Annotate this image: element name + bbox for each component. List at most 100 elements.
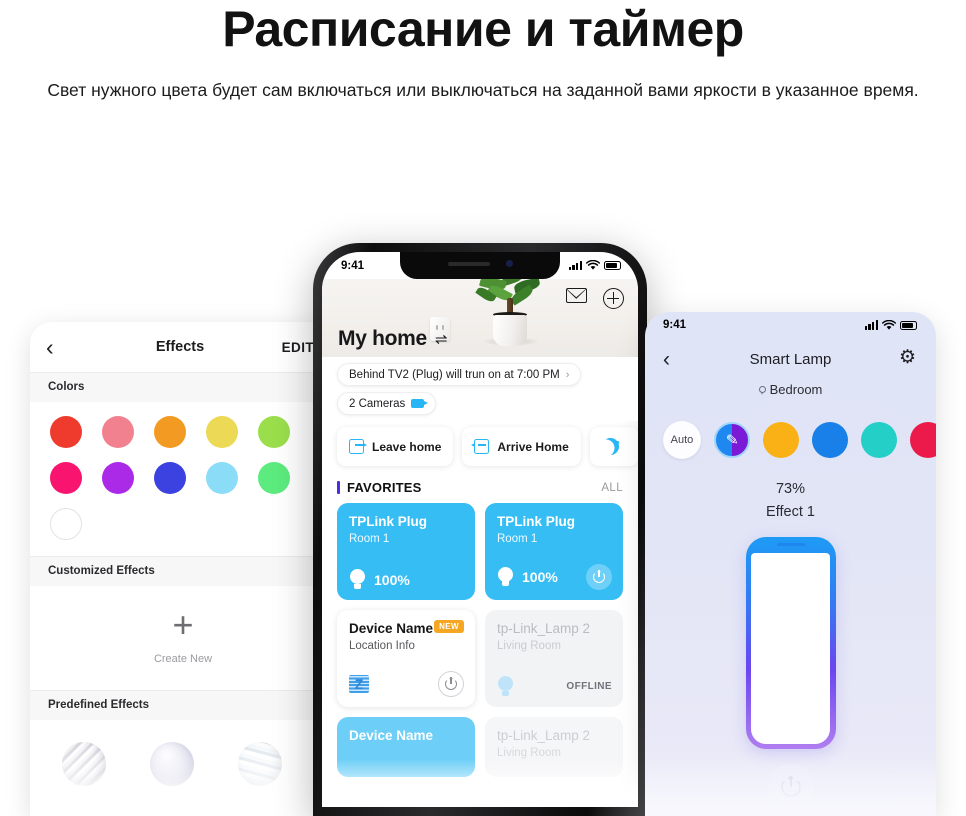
section-accent-bar <box>337 481 340 494</box>
device-card[interactable]: TPLink Plug Room 1 100% <box>337 503 475 600</box>
device-room: Location Info <box>349 639 415 652</box>
color-swatch[interactable] <box>258 462 290 494</box>
predefined-effects-row <box>30 720 330 786</box>
page-subtitle: Свет нужного цвета будет сам включаться … <box>47 80 919 100</box>
device-title: TPLink Plug <box>349 514 428 529</box>
new-badge: NEW <box>434 620 464 633</box>
create-new-effect-button[interactable]: + Create New <box>30 586 330 690</box>
device-title: TPLink Plug <box>497 514 576 529</box>
predefined-effect-orb[interactable] <box>150 742 194 786</box>
power-icon <box>593 570 605 583</box>
brightness-slider-fill <box>751 543 830 744</box>
device-title: Device Name <box>349 728 434 743</box>
moon-icon <box>602 438 619 455</box>
scene-label: Arrive Home <box>497 439 569 454</box>
power-toggle-button[interactable] <box>438 671 464 697</box>
device-card[interactable]: TPLink Plug Room 1 100% <box>485 503 623 600</box>
color-swatch[interactable] <box>812 422 848 458</box>
customized-effects-header: Customized Effects <box>30 556 330 586</box>
left-phone-screenshot: ‹ Effects EDIT Colors Customized Effects… <box>30 322 330 816</box>
power-toggle-button[interactable] <box>767 764 814 810</box>
auto-mode-button[interactable]: Auto <box>663 421 701 459</box>
favorites-header: FAVORITES ALL <box>322 478 638 503</box>
color-swatch[interactable] <box>258 416 290 448</box>
center-phone-device: 9:41 My home ⇌ Behind TV2 (Plug) will tr… <box>313 243 647 816</box>
color-row <box>40 416 320 448</box>
status-time: 9:41 <box>341 259 365 272</box>
scene-leave-home[interactable]: Leave home <box>337 427 454 466</box>
color-swatch[interactable] <box>102 462 134 494</box>
color-swatch[interactable] <box>50 462 82 494</box>
cameras-pill[interactable]: 2 Cameras <box>337 392 437 415</box>
gear-icon[interactable] <box>899 348 918 368</box>
scene-buttons-row: Leave home Arrive Home <box>322 421 638 478</box>
mail-icon[interactable] <box>566 288 587 303</box>
notification-pills: Behind TV2 (Plug) will trun on at 7:00 P… <box>322 357 638 421</box>
wifi-icon <box>586 260 600 270</box>
signal-bars-icon <box>568 260 582 270</box>
current-effect-label: Effect 1 <box>766 504 815 520</box>
color-swatch[interactable] <box>910 422 936 458</box>
color-picker-row: Auto ✎ <box>645 397 936 459</box>
hero-header: Расписание и таймер Свет нужного цвета б… <box>0 0 966 104</box>
brightness-percent: 73% <box>775 481 806 497</box>
home-hero-photo: My home ⇌ <box>322 279 638 363</box>
lamp-navbar: ‹ Smart Lamp <box>645 338 936 380</box>
center-phone-screen: 9:41 My home ⇌ Behind TV2 (Plug) will tr… <box>322 252 638 807</box>
device-card[interactable]: Device Name <box>337 717 475 777</box>
brightness-slider[interactable] <box>745 537 836 749</box>
lamp-room-label-row: Bedroom <box>645 382 936 397</box>
arrive-home-icon <box>471 439 490 454</box>
favorites-label: FAVORITES <box>347 480 422 495</box>
signal-bars-icon <box>864 320 878 330</box>
camera-icon <box>411 399 429 408</box>
predefined-effect-orb[interactable] <box>62 742 106 786</box>
page-title: Расписание и таймер <box>222 1 744 57</box>
plus-circle-icon[interactable] <box>603 288 624 309</box>
color-swatch[interactable] <box>206 462 238 494</box>
power-icon <box>781 776 801 797</box>
bulb-icon <box>497 676 514 697</box>
device-card[interactable]: tp-Link_Lamp 2 Living Room OFFLINE <box>485 610 623 707</box>
cameras-label: 2 Cameras <box>349 397 406 410</box>
color-swatch[interactable] <box>763 422 799 458</box>
lamp-room-label: Bedroom <box>769 382 823 397</box>
color-swatch-grid <box>30 402 330 556</box>
schedule-notification-pill[interactable]: Behind TV2 (Plug) will trun on at 7:00 P… <box>337 363 582 386</box>
power-toggle-button[interactable] <box>586 564 612 590</box>
plus-icon: + <box>172 604 194 646</box>
favorites-all-link[interactable]: ALL <box>601 482 623 494</box>
edit-button[interactable]: EDIT <box>282 340 314 355</box>
custom-color-edit-button[interactable]: ✎ <box>714 422 750 458</box>
color-swatch[interactable] <box>154 462 186 494</box>
leave-home-icon <box>349 439 367 454</box>
predefined-effect-orb[interactable] <box>238 742 282 786</box>
schedule-notification-text: Behind TV2 (Plug) will trun on at 7:00 P… <box>349 368 560 381</box>
location-pin-icon <box>758 386 766 395</box>
right-phone-screenshot: 9:41 ‹ Smart Lamp Bedroom Auto <box>645 312 936 816</box>
chevron-right-icon: › <box>565 368 570 381</box>
scene-night[interactable] <box>589 427 638 466</box>
chevron-left-icon[interactable]: ‹ <box>46 335 54 359</box>
scene-arrive-home[interactable]: Arrive Home <box>462 427 581 466</box>
color-swatch[interactable] <box>206 416 238 448</box>
wifi-icon <box>882 319 896 330</box>
device-card[interactable]: NEW Device Name Location Info <box>337 610 475 707</box>
plant-photo <box>474 279 546 346</box>
home-name-row[interactable]: My home ⇌ <box>338 327 448 351</box>
device-title: tp-Link_Lamp 2 <box>497 728 591 743</box>
status-bar: 9:41 <box>322 252 638 279</box>
color-swatch[interactable] <box>102 416 134 448</box>
color-swatch[interactable] <box>50 416 82 448</box>
status-bar: 9:41 <box>645 312 936 338</box>
color-swatch[interactable] <box>154 416 186 448</box>
color-swatch-white[interactable] <box>50 508 82 540</box>
device-card[interactable]: tp-Link_Lamp 2 Living Room <box>485 717 623 777</box>
battery-icon <box>900 320 917 330</box>
swap-arrows-icon[interactable]: ⇌ <box>435 332 448 347</box>
scene-label: Leave home <box>372 439 442 454</box>
status-time: 9:41 <box>663 319 687 331</box>
color-swatch[interactable] <box>861 422 897 458</box>
auto-label: Auto <box>670 434 694 446</box>
device-title: tp-Link_Lamp 2 <box>497 621 591 636</box>
